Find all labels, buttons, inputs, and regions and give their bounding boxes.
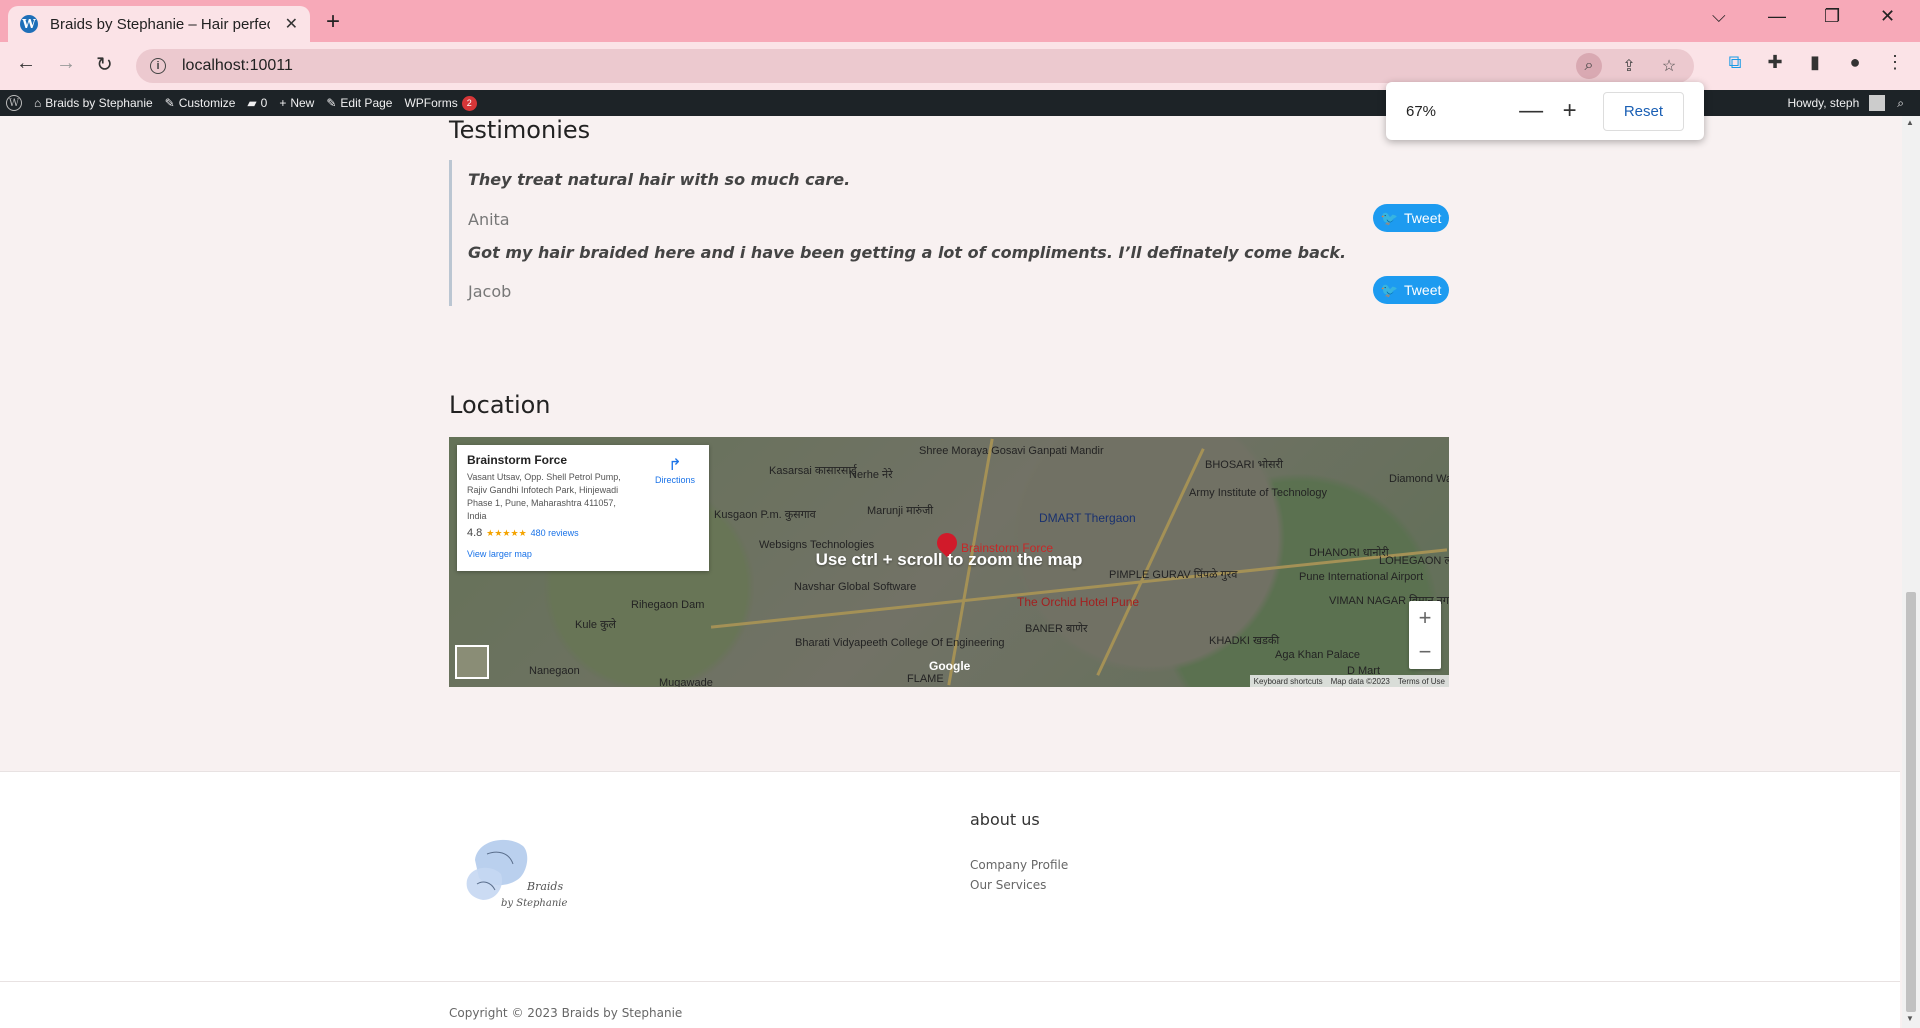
wordpress-logo-icon: W	[6, 95, 22, 111]
testimonial-author: Anita	[468, 210, 510, 229]
new-tab-button[interactable]: +	[326, 8, 340, 36]
testimonies-heading: Testimonies	[449, 116, 591, 144]
copyright-bar: Copyright © 2023 Braids by Stephanie	[0, 981, 1900, 1028]
tweet-label: Tweet	[1404, 210, 1442, 226]
map-place-card: Brainstorm Force Vasant Utsav, Opp. Shel…	[457, 445, 709, 571]
map-zoom-in-button[interactable]: +	[1409, 601, 1441, 635]
testimonial-quote: Got my hair braided here and i have been…	[468, 243, 1347, 262]
browser-tab[interactable]: W Braids by Stephanie – Hair perfec ✕	[8, 6, 310, 42]
tab-search-icon[interactable]: ⌵	[1712, 6, 1726, 27]
wp-logo-menu[interactable]: W	[0, 90, 28, 116]
forward-icon[interactable]: →	[56, 52, 76, 75]
twitter-bird-icon: 🐦	[1380, 209, 1399, 226]
browser-tab-bar: W Braids by Stephanie – Hair perfec ✕ + …	[0, 0, 1920, 42]
zoom-icon[interactable]: ⌕	[1576, 53, 1602, 79]
directions-icon: ↱	[668, 457, 682, 474]
edit-page-label: Edit Page	[340, 96, 393, 110]
copyright-text: Copyright © 2023 Braids by Stephanie	[449, 1006, 683, 1020]
wordpress-favicon-icon: W	[20, 15, 38, 33]
zoom-out-button[interactable]: —	[1512, 97, 1550, 125]
plus-icon: +	[279, 96, 287, 110]
zoom-in-button[interactable]: +	[1550, 97, 1588, 125]
brush-icon: ✎	[164, 96, 175, 110]
view-larger-map-link[interactable]: View larger map	[467, 549, 699, 559]
close-window-icon[interactable]: ✕	[1880, 6, 1895, 27]
account-menu[interactable]: Howdy, steph	[1781, 90, 1891, 116]
map-zoom-control: + −	[1409, 601, 1441, 669]
google-map[interactable]: Shree Moraya Gosavi Ganpati Mandir Kasar…	[449, 437, 1449, 687]
extension-icon[interactable]: ⧉	[1724, 52, 1746, 73]
profile-avatar[interactable]: ●	[1844, 52, 1866, 73]
our-services-link[interactable]: Our Services	[970, 878, 1046, 892]
wpforms-badge: 2	[461, 95, 477, 111]
twitter-bird-icon: 🐦	[1380, 281, 1399, 298]
map-zoom-out-button[interactable]: −	[1409, 635, 1441, 669]
svg-text:Braids: Braids	[526, 880, 563, 893]
reload-icon[interactable]: ↻	[96, 52, 113, 77]
directions-label: Directions	[654, 475, 695, 485]
back-icon[interactable]: ←	[16, 52, 36, 75]
comments-menu[interactable]: ▰ 0	[241, 90, 273, 116]
place-rating: 4.8 ★★★★★ 480 reviews	[467, 527, 699, 539]
testimonial-quote: They treat natural hair with so much car…	[468, 170, 851, 189]
admin-search-icon[interactable]: ⌕	[1891, 90, 1910, 116]
site-name-menu[interactable]: ⌂ Braids by Stephanie	[28, 90, 159, 116]
home-icon: ⌂	[34, 96, 42, 110]
puzzle-extensions-icon[interactable]: ✚	[1764, 52, 1786, 73]
url-text[interactable]: localhost:10011	[182, 57, 293, 75]
menu-kebab-icon[interactable]: ⋮	[1884, 52, 1906, 73]
new-content-menu[interactable]: + New	[273, 90, 320, 116]
rating-value: 4.8	[467, 527, 483, 539]
site-name-label: Braids by Stephanie	[45, 96, 153, 110]
restore-icon[interactable]: ❐	[1824, 6, 1840, 27]
zoom-reset-button[interactable]: Reset	[1602, 91, 1684, 131]
terms-link[interactable]: Terms of Use	[1398, 677, 1445, 686]
bookmark-star-icon[interactable]: ☆	[1656, 53, 1682, 79]
edit-page-menu[interactable]: ✎ Edit Page	[320, 90, 398, 116]
site-footer: Braids by Stephanie about us Company Pro…	[0, 771, 1900, 981]
map-attribution: Keyboard shortcuts Map data ©2023 Terms …	[1249, 675, 1449, 687]
tab-close-icon[interactable]: ✕	[285, 14, 298, 34]
customize-label: Customize	[178, 96, 236, 110]
company-profile-link[interactable]: Company Profile	[970, 858, 1068, 872]
customize-menu[interactable]: ✎ Customize	[159, 90, 242, 116]
comments-count: 0	[260, 96, 268, 110]
scroll-down-icon[interactable]: ▼	[1906, 1014, 1914, 1023]
tweet-button[interactable]: 🐦 Tweet	[1373, 276, 1449, 304]
satellite-toggle[interactable]	[455, 645, 489, 679]
wpforms-label: WPForms	[404, 96, 458, 110]
share-icon[interactable]: ⇪	[1616, 53, 1642, 79]
wpforms-menu[interactable]: WPForms 2	[398, 90, 482, 116]
tab-title: Braids by Stephanie – Hair perfec	[50, 15, 270, 33]
testimonial-author: Jacob	[468, 282, 512, 301]
user-avatar	[1869, 95, 1886, 111]
site-info-icon[interactable]: i	[150, 58, 166, 74]
braids-logo[interactable]: Braids by Stephanie	[457, 830, 567, 912]
google-logo: Google	[929, 659, 971, 673]
address-bar[interactable]: i localhost:10011 ⌕ ⇪ ☆	[136, 49, 1694, 83]
location-section: Location	[449, 391, 1449, 419]
rating-stars-icon: ★★★★★	[486, 527, 527, 538]
new-label: New	[290, 96, 315, 110]
pencil-icon: ✎	[326, 96, 337, 110]
page-scrollbar[interactable]: ▲ ▼	[1902, 116, 1920, 1028]
keyboard-shortcuts-link[interactable]: Keyboard shortcuts	[1254, 677, 1323, 686]
testimonies-section: Testimonies	[449, 116, 1449, 144]
reviews-link[interactable]: 480 reviews	[531, 528, 579, 538]
tweet-button[interactable]: 🐦 Tweet	[1373, 204, 1449, 232]
tweet-label: Tweet	[1404, 282, 1442, 298]
about-us-heading: about us	[970, 810, 1040, 829]
directions-button[interactable]: ↱ Directions	[655, 455, 695, 485]
scroll-thumb[interactable]	[1906, 592, 1916, 1012]
minimize-icon[interactable]: —	[1768, 6, 1786, 27]
svg-text:by Stephanie: by Stephanie	[501, 898, 567, 909]
scroll-up-icon[interactable]: ▲	[1906, 118, 1914, 127]
howdy-label: Howdy, steph	[1787, 96, 1860, 110]
testimonials-blockquote: They treat natural hair with so much car…	[449, 160, 1449, 306]
map-data-label: Map data ©2023	[1330, 676, 1390, 686]
location-heading: Location	[449, 391, 551, 419]
side-panel-icon[interactable]: ▮	[1804, 52, 1826, 73]
comment-icon: ▰	[247, 96, 257, 110]
place-address: Vasant Utsav, Opp. Shell Petrol Pump, Ra…	[467, 472, 621, 521]
